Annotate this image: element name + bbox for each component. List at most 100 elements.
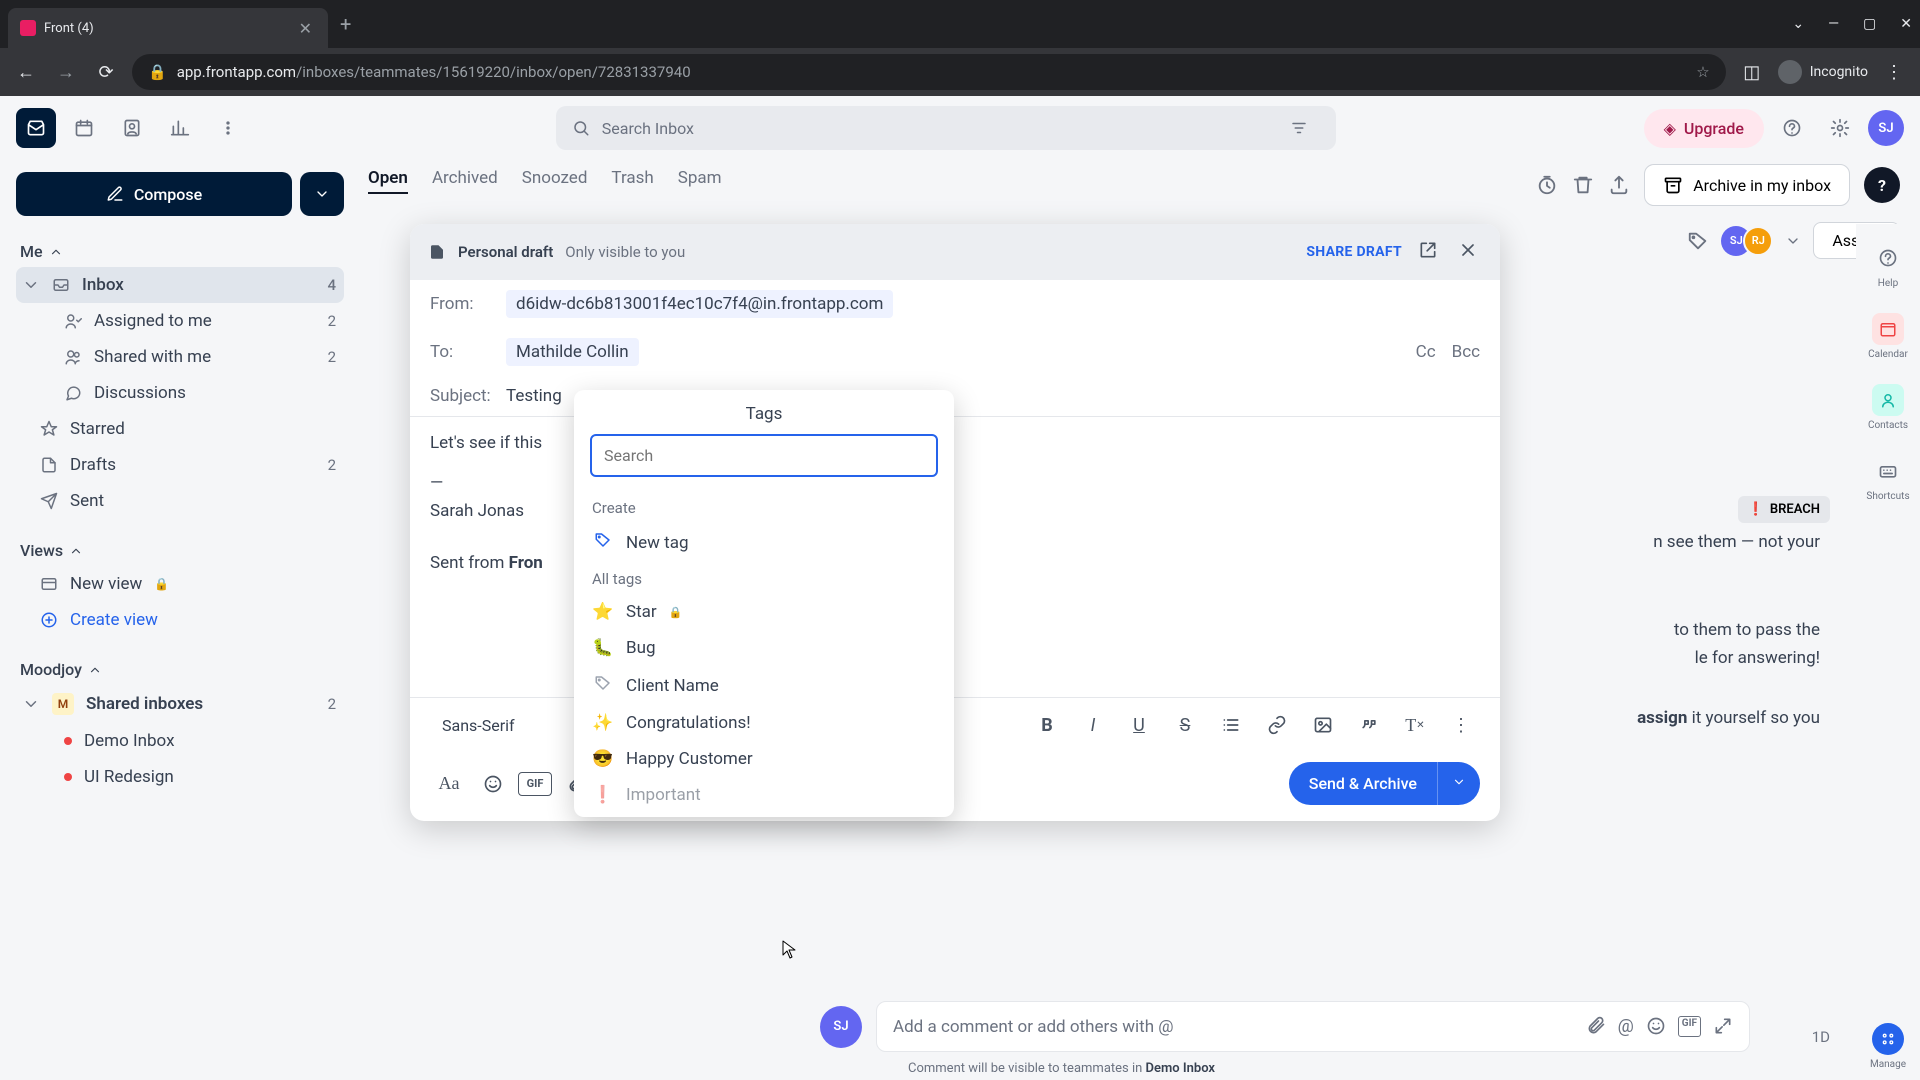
tag-row[interactable]: ⭐ Star 🔒 [574, 594, 954, 630]
bcc-button[interactable]: Bcc [1452, 342, 1480, 362]
help-button[interactable]: ? [1864, 167, 1900, 203]
new-tab-button[interactable]: + [340, 12, 351, 36]
analytics-nav-icon[interactable] [160, 108, 200, 148]
italic-button[interactable]: I [1074, 706, 1112, 744]
chevron-down-icon[interactable] [1785, 233, 1801, 249]
tab-spam[interactable]: Spam [678, 168, 722, 194]
chevron-down-icon[interactable]: ⌄ [1792, 16, 1804, 32]
popout-icon[interactable] [1414, 236, 1442, 268]
image-button[interactable] [1304, 706, 1342, 744]
snooze-icon[interactable] [1536, 174, 1558, 196]
sidebar-item-shared-inboxes[interactable]: M Shared inboxes 2 [16, 685, 344, 723]
user-avatar[interactable]: SJ [1868, 110, 1904, 146]
emoji-icon[interactable] [1646, 1016, 1666, 1036]
sidebar-item-assigned[interactable]: Assigned to me 2 [16, 303, 344, 339]
minimize-icon[interactable]: — [1828, 16, 1839, 32]
forward-button[interactable]: → [52, 62, 80, 83]
rail-shortcuts[interactable]: Shortcuts [1856, 445, 1920, 512]
rail-calendar[interactable]: Calendar [1856, 303, 1920, 370]
search-input[interactable]: Search Inbox [556, 106, 1336, 150]
tag-icon[interactable] [1687, 230, 1709, 252]
export-icon[interactable] [1608, 174, 1630, 196]
compose-dropdown[interactable] [300, 172, 344, 216]
send-button[interactable]: Send & Archive [1289, 762, 1480, 805]
underline-button[interactable]: U [1120, 706, 1158, 744]
participant-avatars[interactable]: SJ RJ [1721, 226, 1773, 256]
sidebar-item-sent[interactable]: Sent [16, 483, 344, 519]
sidebar-item-inbox[interactable]: Inbox 4 [16, 267, 344, 303]
url-bar[interactable]: 🔒 app.frontapp.com/inboxes/teammates/156… [132, 54, 1726, 90]
reload-button[interactable]: ⟳ [92, 62, 120, 83]
sidebar-item-shared[interactable]: Shared with me 2 [16, 339, 344, 375]
tab-open[interactable]: Open [368, 168, 408, 194]
close-tab-icon[interactable]: ✕ [295, 15, 316, 42]
comment-input[interactable]: Add a comment or add others with @ @ GIF [876, 1001, 1750, 1052]
compose-button[interactable]: Compose [16, 172, 292, 216]
rail-manage[interactable]: Manage [1856, 1013, 1920, 1080]
trash-icon[interactable] [1572, 174, 1594, 196]
settings-icon[interactable] [1820, 108, 1860, 148]
send-dropdown[interactable] [1437, 762, 1480, 805]
sidebar-section-views[interactable]: Views [16, 535, 344, 566]
tags-list[interactable]: Create New tag All tags ⭐ Star 🔒 🐛 Bug C… [574, 487, 954, 817]
new-tag-row[interactable]: New tag [574, 523, 954, 562]
mention-icon[interactable]: @ [1618, 1016, 1634, 1037]
tags-search-input[interactable] [590, 434, 938, 477]
cc-button[interactable]: Cc [1416, 342, 1436, 362]
sidebar-item-starred[interactable]: Starred [16, 411, 344, 447]
browser-tab[interactable]: Front (4) ✕ [8, 8, 328, 48]
font-select[interactable]: Sans-Serif [430, 708, 550, 743]
close-window-icon[interactable]: ✕ [1900, 16, 1912, 32]
sidebar-section-moodjoy[interactable]: Moodjoy [16, 654, 344, 685]
bookmark-icon[interactable]: ☆ [1696, 63, 1709, 81]
tab-archived[interactable]: Archived [432, 168, 498, 194]
sidebar-item-new-view[interactable]: New view 🔒 [16, 566, 344, 602]
clear-format-button[interactable]: T✕ [1396, 706, 1434, 744]
tab-trash[interactable]: Trash [611, 168, 653, 194]
archive-button[interactable]: Archive in my inbox [1644, 164, 1850, 206]
quote-button[interactable] [1350, 706, 1388, 744]
help-icon[interactable] [1772, 108, 1812, 148]
tag-row[interactable]: ❗ Important [574, 777, 954, 813]
sidebar-item-demo-inbox[interactable]: Demo Inbox [16, 723, 344, 759]
compose-label: Compose [134, 185, 202, 204]
sidebar-item-drafts[interactable]: Drafts 2 [16, 447, 344, 483]
rail-help[interactable]: Help [1856, 232, 1920, 299]
browser-menu-icon[interactable]: ⋮ [1880, 62, 1908, 83]
tag-row[interactable]: Client Name [574, 666, 954, 705]
sidebar-item-discussions[interactable]: Discussions [16, 375, 344, 411]
inbox-nav-icon[interactable] [16, 108, 56, 148]
contacts-nav-icon[interactable] [112, 108, 152, 148]
rail-contacts[interactable]: Contacts [1856, 374, 1920, 441]
more-nav-icon[interactable] [208, 108, 248, 148]
expand-icon[interactable] [1713, 1016, 1733, 1036]
sidebar-item-create-view[interactable]: Create view [16, 602, 344, 638]
to-value[interactable]: Mathilde Collin [506, 338, 639, 366]
more-format-button[interactable]: ⋮ [1442, 706, 1480, 744]
list-button[interactable] [1212, 706, 1250, 744]
bold-button[interactable]: B [1028, 706, 1066, 744]
filter-icon[interactable] [1290, 119, 1308, 137]
upgrade-button[interactable]: ◈ Upgrade [1644, 109, 1764, 148]
link-button[interactable] [1258, 706, 1296, 744]
gif-icon[interactable]: GIF [1678, 1016, 1701, 1037]
breach-tag[interactable]: ❗ BREACH [1738, 496, 1830, 523]
tab-snoozed[interactable]: Snoozed [522, 168, 588, 194]
calendar-nav-icon[interactable] [64, 108, 104, 148]
emoji-button[interactable] [474, 765, 512, 803]
close-modal-icon[interactable] [1454, 236, 1482, 268]
tag-row[interactable]: 🐛 Bug [574, 630, 954, 666]
extensions-icon[interactable]: ◫ [1738, 62, 1766, 83]
sidebar-item-ui-redesign[interactable]: UI Redesign [16, 759, 344, 795]
sidebar-section-me[interactable]: Me [16, 236, 344, 267]
maximize-icon[interactable]: ▢ [1863, 16, 1876, 32]
gif-button[interactable]: GIF [518, 772, 552, 796]
from-value[interactable]: d6idw-dc6b813001f4ec10c7f4@in.frontapp.c… [506, 290, 893, 318]
share-draft-button[interactable]: SHARE DRAFT [1306, 244, 1402, 260]
tag-row[interactable]: ✨ Congratulations! [574, 705, 954, 741]
back-button[interactable]: ← [12, 62, 40, 83]
text-style-button[interactable]: Aa [430, 765, 468, 803]
attachment-icon[interactable] [1586, 1016, 1606, 1036]
tag-row[interactable]: 😎 Happy Customer [574, 741, 954, 777]
strikethrough-button[interactable]: S [1166, 706, 1204, 744]
